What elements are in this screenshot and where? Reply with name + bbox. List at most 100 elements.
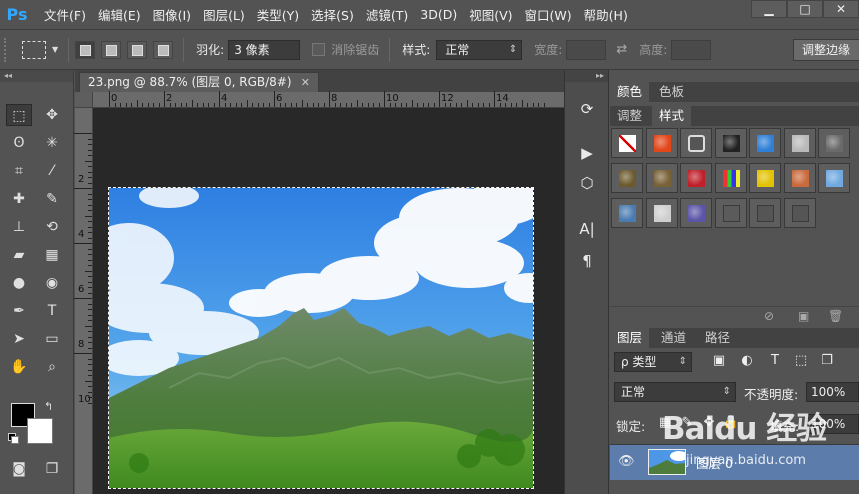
menu-layer[interactable]: 图层(L): [203, 5, 245, 24]
new-selection-button[interactable]: [75, 40, 96, 59]
history-panel-icon[interactable]: ⟳: [573, 96, 601, 122]
refine-edge-button[interactable]: 调整边缘: [793, 39, 859, 61]
style-swatch[interactable]: [645, 128, 678, 158]
horizontal-ruler[interactable]: 0 2 4 6 8 10 12 14: [93, 91, 564, 108]
quick-mask-icon[interactable]: ◙: [6, 458, 32, 480]
style-swatch[interactable]: [714, 163, 747, 193]
magic-wand-icon[interactable]: ✳: [39, 132, 65, 154]
filter-pixel-icon[interactable]: ▣: [710, 352, 728, 370]
subtract-from-selection-button[interactable]: [127, 40, 148, 59]
style-swatch[interactable]: [783, 128, 816, 158]
pen-icon[interactable]: ✒: [6, 300, 32, 322]
tab-swatches[interactable]: 色板: [652, 82, 691, 102]
minimize-button[interactable]: ▁: [751, 0, 787, 18]
character-panel-icon[interactable]: A|: [573, 216, 601, 242]
new-style-icon[interactable]: ▣: [798, 309, 809, 323]
height-input[interactable]: [671, 39, 712, 60]
menu-3d[interactable]: 3D(D): [420, 7, 457, 22]
menu-filter[interactable]: 滤镜(T): [366, 5, 408, 24]
close-button[interactable]: ✕: [823, 0, 859, 18]
screen-mode-icon[interactable]: ❐: [39, 458, 65, 480]
lock-all-icon[interactable]: 🔒: [722, 414, 740, 432]
filter-adjustment-icon[interactable]: ◐: [738, 352, 756, 370]
hand-icon[interactable]: ✋: [6, 356, 32, 378]
options-bar-grip[interactable]: [4, 37, 10, 62]
swap-dimensions-icon[interactable]: ⇄: [616, 42, 627, 57]
tool-preset-icon[interactable]: [22, 40, 46, 59]
style-swatch[interactable]: [783, 198, 816, 228]
blend-mode-select[interactable]: 正常: [614, 382, 736, 402]
menu-window[interactable]: 窗口(W): [525, 5, 572, 24]
clone-stamp-icon[interactable]: ⊥: [6, 216, 32, 238]
type-icon[interactable]: T: [39, 300, 65, 322]
brush-icon[interactable]: ✎: [39, 188, 65, 210]
intersect-selection-button[interactable]: [153, 40, 174, 59]
style-swatch[interactable]: [611, 163, 643, 193]
menu-type[interactable]: 类型(Y): [257, 5, 299, 24]
antialias-checkbox[interactable]: [312, 43, 326, 56]
style-swatch[interactable]: [714, 128, 747, 158]
style-swatch[interactable]: [818, 128, 850, 158]
style-swatch[interactable]: [818, 163, 850, 193]
blur-icon[interactable]: ●: [6, 272, 32, 294]
clear-style-icon[interactable]: ⊘: [764, 309, 774, 323]
layer-row[interactable]: 👁 图层 0: [610, 444, 859, 480]
width-input[interactable]: [566, 39, 607, 60]
tab-layers[interactable]: 图层: [610, 328, 650, 348]
canvas-area[interactable]: [93, 108, 564, 494]
background-color-swatch[interactable]: [27, 418, 53, 444]
shape-icon[interactable]: ▭: [39, 328, 65, 350]
gradient-icon[interactable]: ▦: [39, 244, 65, 266]
dodge-icon[interactable]: ◉: [39, 272, 65, 294]
layer-filter-select[interactable]: ρ 类型: [614, 352, 692, 372]
style-swatch[interactable]: [611, 198, 643, 228]
document-tab[interactable]: 23.png @ 88.7% (图层 0, RGB/8#) ✕: [79, 72, 319, 92]
lock-pixels-icon[interactable]: ✎: [678, 414, 696, 432]
delete-style-icon[interactable]: 🗑: [828, 309, 843, 323]
style-select[interactable]: 正常: [436, 39, 523, 60]
style-swatch[interactable]: [680, 198, 712, 228]
rect-marquee-icon[interactable]: ⬚: [6, 104, 32, 126]
menu-view[interactable]: 视图(V): [469, 5, 512, 24]
paragraph-panel-icon[interactable]: ¶: [573, 248, 601, 274]
style-swatch[interactable]: [783, 163, 816, 193]
close-document-icon[interactable]: ✕: [301, 73, 310, 92]
healing-brush-icon[interactable]: ✚: [6, 188, 32, 210]
tab-channels[interactable]: 通道: [654, 328, 693, 348]
eyedropper-icon[interactable]: ⁄: [39, 160, 65, 182]
swap-colors-icon[interactable]: ↰: [44, 400, 53, 413]
tab-paths[interactable]: 路径: [698, 328, 737, 348]
filter-shape-icon[interactable]: ⬚: [792, 352, 810, 370]
style-swatch[interactable]: [680, 128, 712, 158]
style-swatch[interactable]: [680, 163, 712, 193]
lock-position-icon[interactable]: ✥: [700, 414, 718, 432]
fill-input[interactable]: 100%: [806, 414, 859, 434]
tab-color[interactable]: 颜色: [610, 82, 650, 102]
path-select-icon[interactable]: ➤: [6, 328, 32, 350]
zoom-icon[interactable]: ⌕: [39, 356, 65, 378]
menu-edit[interactable]: 编辑(E): [98, 5, 141, 24]
style-swatch[interactable]: [645, 198, 678, 228]
filter-smart-object-icon[interactable]: ❐: [818, 352, 836, 370]
menu-help[interactable]: 帮助(H): [584, 5, 628, 24]
history-brush-icon[interactable]: ⟲: [39, 216, 65, 238]
marquee-selection[interactable]: [108, 187, 534, 489]
default-colors-icon[interactable]: [8, 433, 19, 444]
style-swatch[interactable]: [645, 163, 678, 193]
filter-type-icon[interactable]: T: [766, 352, 784, 370]
visibility-eye-icon[interactable]: 👁: [618, 454, 635, 469]
style-swatch[interactable]: [714, 198, 747, 228]
tab-styles[interactable]: 样式: [652, 106, 692, 126]
crop-icon[interactable]: ⌗: [6, 160, 32, 182]
move-icon[interactable]: ✥: [39, 104, 65, 126]
style-swatch[interactable]: [611, 128, 643, 158]
vertical-ruler[interactable]: 2 4 6 8 10: [74, 108, 93, 494]
tool-preset-dropdown-icon[interactable]: ▼: [52, 45, 58, 54]
lock-transparent-icon[interactable]: ▦: [656, 414, 674, 432]
tab-adjustments[interactable]: 调整: [610, 106, 649, 126]
actions-panel-icon[interactable]: ▶: [573, 140, 601, 166]
add-to-selection-button[interactable]: [101, 40, 122, 59]
maximize-button[interactable]: □: [787, 0, 823, 18]
style-swatch[interactable]: [749, 198, 781, 228]
toolbar-collapse-icon[interactable]: ◂◂: [0, 70, 73, 82]
